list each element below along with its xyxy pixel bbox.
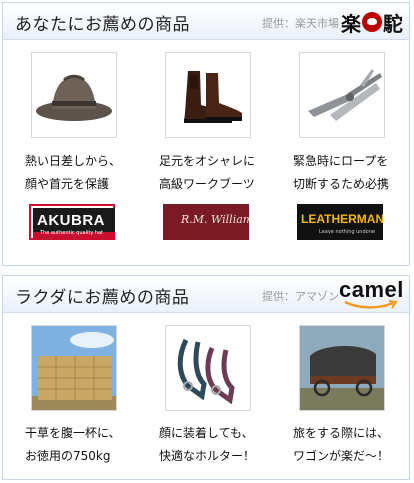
- rakuten-camel-logo[interactable]: 楽 駝: [341, 9, 403, 36]
- description-line[interactable]: お徳用の750kg: [25, 449, 110, 463]
- product-image-hay[interactable]: [31, 325, 117, 411]
- camel-icon: [362, 12, 382, 32]
- product-image-wagon[interactable]: [299, 325, 385, 411]
- logo-char: 楽: [341, 11, 361, 36]
- product-image-halter[interactable]: [165, 325, 251, 411]
- brand-logo-leatherman[interactable]: LEATHERMAN Leave nothing undone: [297, 204, 383, 240]
- provider-label: 提供：楽天市場: [262, 17, 339, 30]
- panel-title: あなたにお薦めの商品: [15, 15, 190, 35]
- product-image-boots[interactable]: [165, 52, 251, 138]
- rakuten-recommendation-panel: あなたにお薦めの商品 提供：楽天市場 楽 駝 熱い日差しから、 顔や首元を保護: [2, 2, 410, 266]
- description-line[interactable]: ワゴンが楽だ〜！: [293, 449, 389, 463]
- brand-tagline: The authentic quality hat: [40, 230, 104, 236]
- product-image-hat[interactable]: [31, 52, 117, 138]
- product-description[interactable]: 旅をする際には、 ワゴンが楽だ〜！: [293, 422, 403, 468]
- brand-logo-akubra[interactable]: AKUBRA The authentic quality hat: [29, 204, 115, 240]
- product-description[interactable]: 干草を腹一杯に、 お徳用の750kg: [25, 422, 135, 468]
- smile-arrow-icon: [344, 300, 398, 309]
- camel-amazon-logo[interactable]: camel: [339, 277, 403, 309]
- panel-header: ラクダにお薦めの商品 提供：アマゾン camel: [3, 276, 409, 313]
- description-line[interactable]: 干草を腹一杯に、: [25, 426, 121, 440]
- boots-icon: [184, 71, 242, 123]
- product-description[interactable]: 熱い日差しから、 顔や首元を保護: [25, 150, 135, 196]
- panel-title: ラクダにお薦めの商品: [15, 288, 190, 308]
- description-line[interactable]: 顔や首元を保護: [25, 177, 109, 191]
- provider-label: 提供：アマゾン: [262, 290, 339, 303]
- multitool-icon: [308, 69, 382, 121]
- description-line[interactable]: 高級ワークブーツ: [159, 177, 255, 191]
- product-description[interactable]: 緊急時にロープを 切断するため必携: [293, 150, 403, 196]
- hay-bales-icon: [32, 326, 116, 410]
- description-line[interactable]: 切断するため必携: [293, 177, 389, 191]
- logo-char: 駝: [383, 11, 403, 36]
- panel-header: あなたにお薦めの商品 提供：楽天市場 楽 駝: [3, 3, 409, 40]
- brand-name: R.M. Williams: [181, 213, 249, 226]
- halter-icon: [177, 338, 235, 405]
- brand-name: AKUBRA: [37, 212, 105, 229]
- description-line[interactable]: 快適なホルター！: [159, 449, 255, 463]
- brand-name: LEATHERMAN: [301, 212, 383, 226]
- description-line[interactable]: 足元をオシャレに: [159, 154, 255, 168]
- hat-icon: [36, 74, 112, 121]
- brand-tagline: Leave nothing undone: [319, 229, 375, 235]
- product-description[interactable]: 顔に装着しても、 快適なホルター！: [159, 422, 269, 468]
- description-line[interactable]: 緊急時にロープを: [293, 154, 388, 168]
- product-image-multitool[interactable]: [299, 52, 385, 138]
- amazon-recommendation-panel: ラクダにお薦めの商品 提供：アマゾン camel 干草を腹一杯に、 お徳用の75…: [2, 275, 410, 480]
- brand-logo-rm-williams[interactable]: R.M. Williams: [163, 204, 249, 240]
- wagon-icon: [300, 326, 384, 410]
- description-line[interactable]: 顔に装着しても、: [159, 426, 254, 440]
- product-description[interactable]: 足元をオシャレに 高級ワークブーツ: [159, 150, 269, 196]
- description-line[interactable]: 熱い日差しから、: [25, 154, 121, 168]
- description-line[interactable]: 旅をする際には、: [293, 426, 389, 440]
